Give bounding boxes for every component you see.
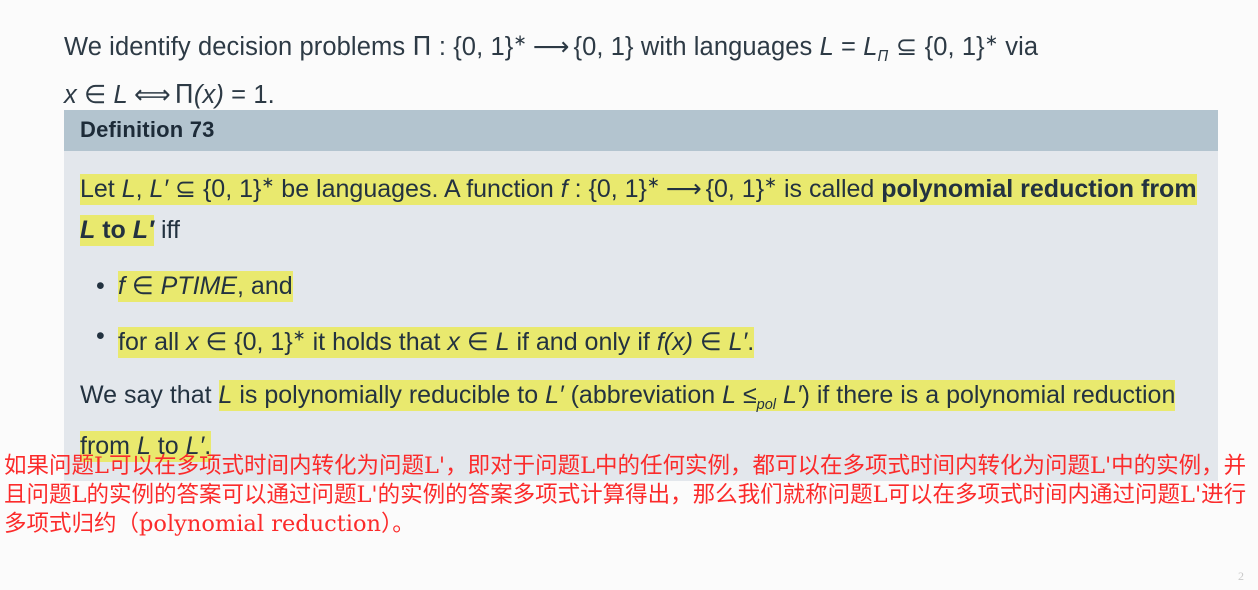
iff-arrow: ⟺: [127, 79, 175, 110]
list-item: • for all x ∈ {0, 1}∗ it holds that x ∈ L…: [80, 317, 1218, 360]
bullet-icon: •: [96, 322, 105, 351]
function-arrow: ⟶: [659, 174, 706, 204]
definition-conditions-list: • f ∈ PTIME, and • for all x ∈ {0, 1}∗ it …: [80, 267, 1218, 360]
definition-body: Let L, L′ ⊆ {0, 1}∗ be languages. A func…: [64, 151, 1218, 481]
intro-paragraph: We identify decision problems Π : {0, 1}…: [64, 22, 1214, 114]
highlighted-condition-1: • f ∈ PTIME, and: [96, 271, 293, 303]
bullet-icon: •: [96, 272, 105, 301]
intro-line-2: x ∈ L ⟺ Π(x) = 1.: [64, 79, 275, 110]
definition-block: Definition 73 Let L, L′ ⊆ {0, 1}∗ be lan…: [64, 110, 1218, 481]
maps-to-arrow: ⟶: [526, 31, 574, 62]
intro-line-1: We identify decision problems Π : {0, 1}…: [64, 31, 1039, 65]
pol-subscript: pol: [756, 396, 777, 413]
list-item: • f ∈ PTIME, and: [80, 267, 1218, 305]
chinese-annotation: 如果问题L可以在多项式时间内转化为问题L'，即对于问题L中的任何实例，都可以在多…: [4, 453, 1247, 537]
pi-symbol: Π: [412, 31, 432, 62]
definition-title: Definition 73: [64, 110, 1218, 151]
definition-statement: Let L, L′ ⊆ {0, 1}∗ be languages. A func…: [80, 174, 1197, 247]
highlighted-statement: Let L, L′ ⊆ {0, 1}∗ be languages. A func…: [80, 174, 1197, 247]
page-number: 2: [1238, 569, 1244, 583]
highlighted-condition-2: • for all x ∈ {0, 1}∗ it holds that x ∈ L…: [96, 322, 755, 358]
highlighted-remark: L is polynomially reducible to L′ (abbre…: [80, 379, 1176, 462]
slide-canvas: We identify decision problems Π : {0, 1}…: [0, 0, 1258, 590]
